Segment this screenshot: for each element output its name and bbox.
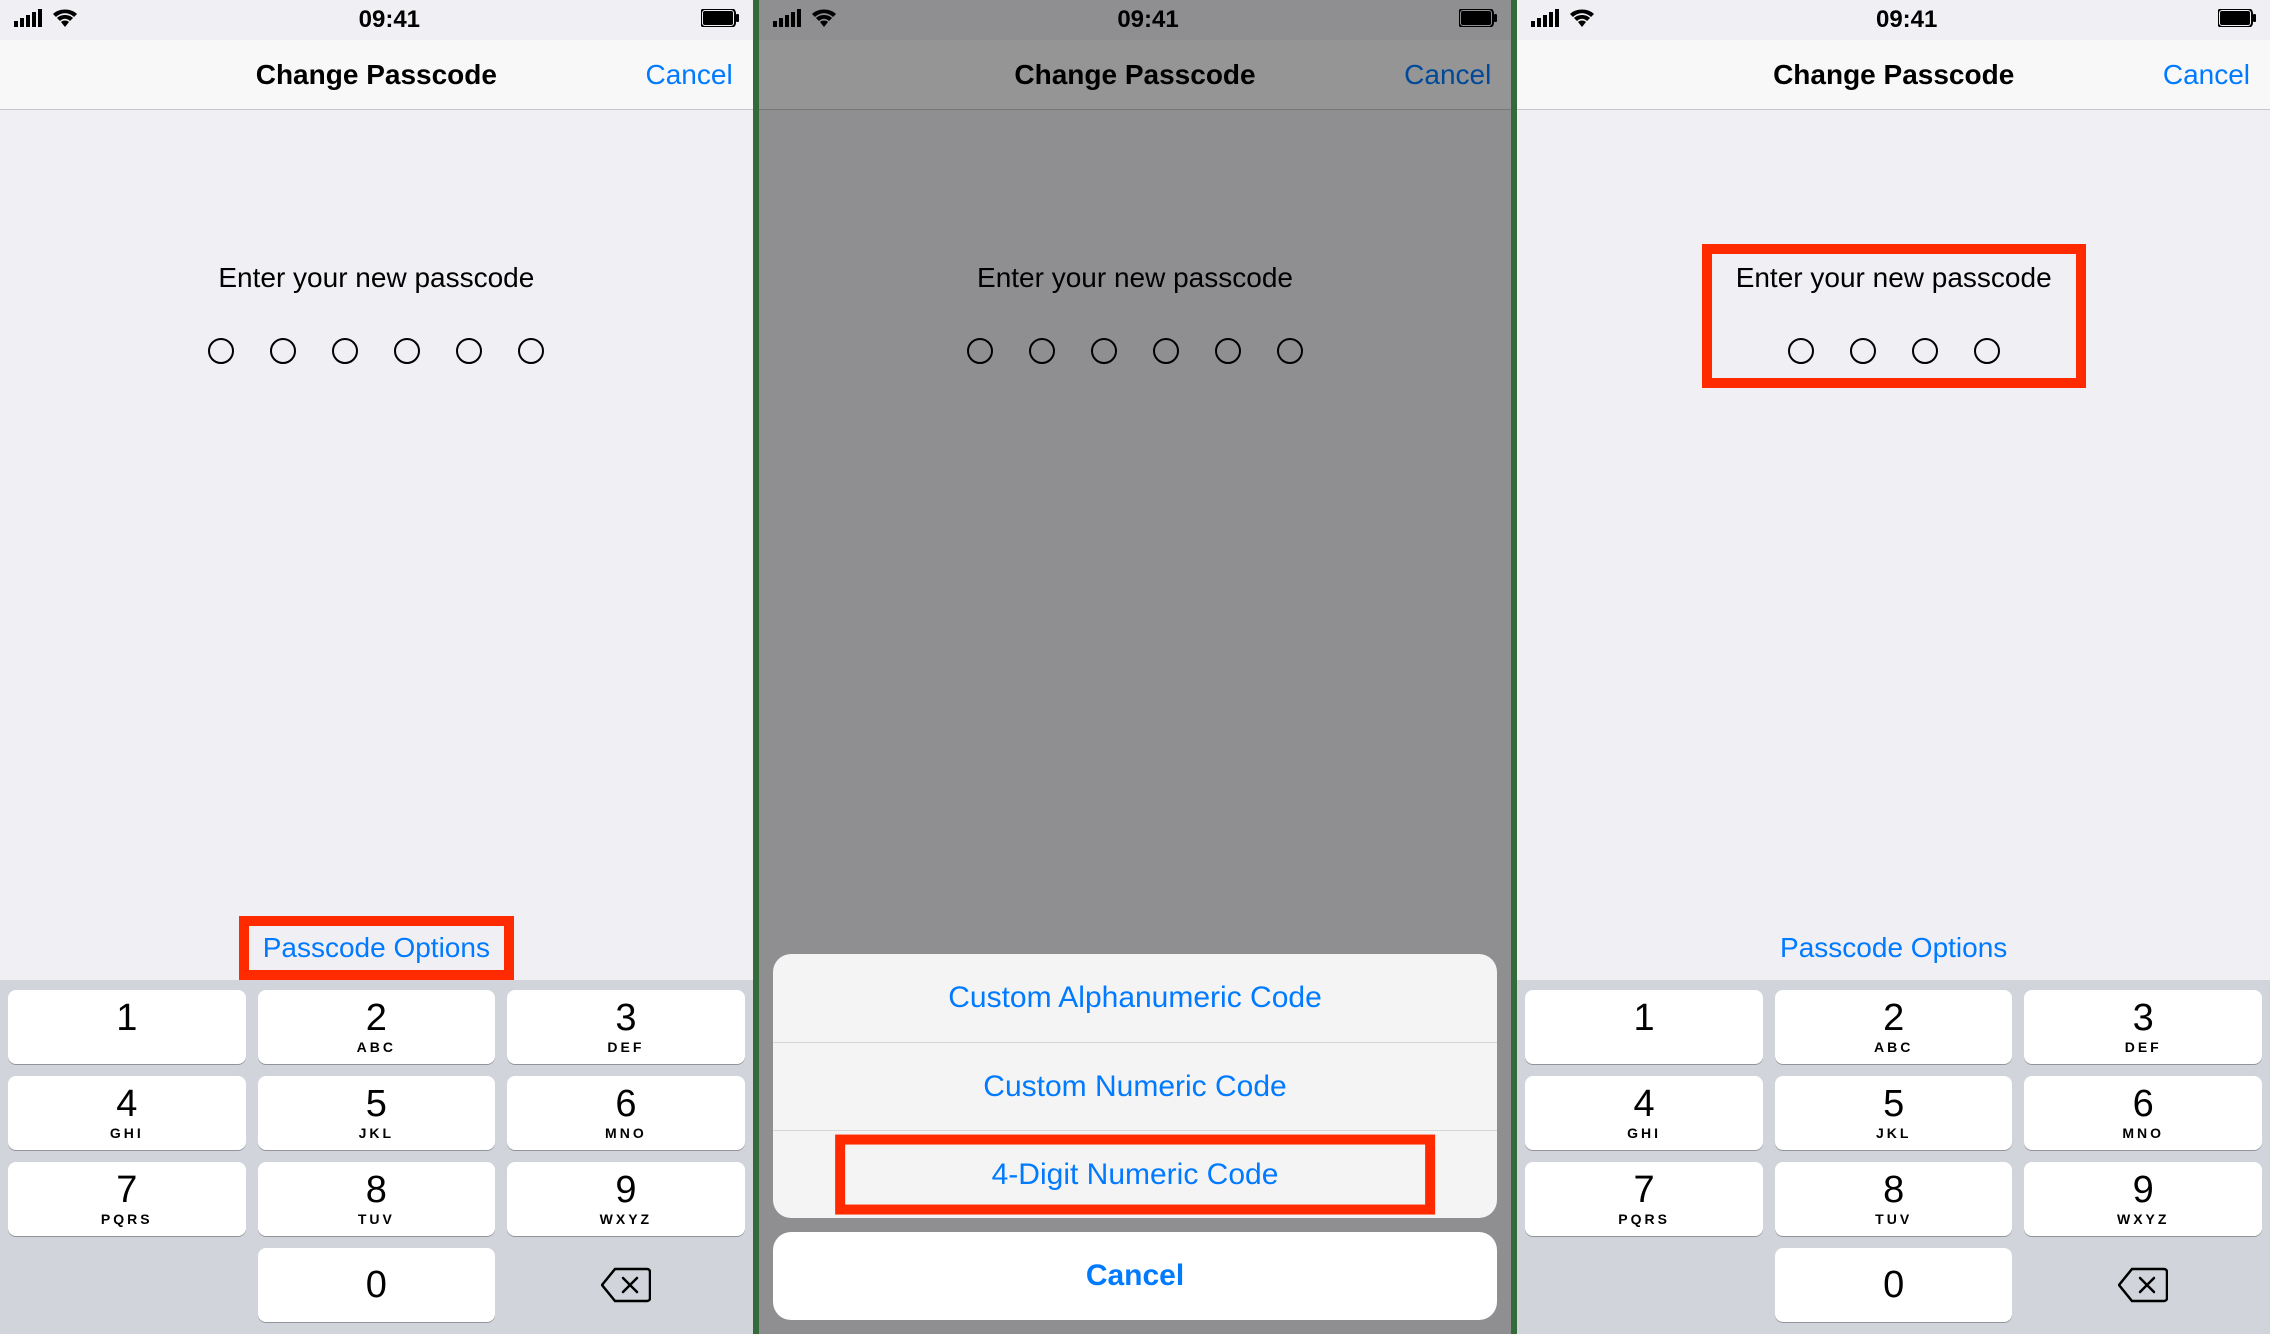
passcode-dot	[967, 338, 993, 364]
nav-bar: Change Passcode Cancel	[0, 40, 753, 110]
keypad-key-2[interactable]: 2ABC	[258, 990, 496, 1064]
wifi-icon	[1569, 6, 1595, 34]
passcode-dot	[208, 338, 234, 364]
passcode-dots	[208, 338, 544, 364]
passcode-dots	[1788, 338, 2000, 364]
passcode-options-sheet: Custom Alphanumeric Code Custom Numeric …	[773, 954, 1498, 1320]
passcode-dot	[1850, 338, 1876, 364]
nav-title: Change Passcode	[1773, 59, 2014, 91]
wifi-icon	[52, 6, 78, 34]
passcode-dot	[1974, 338, 2000, 364]
passcode-dot	[1091, 338, 1117, 364]
keypad-key-9[interactable]: 9WXYZ	[507, 1162, 745, 1236]
status-bar: 09:41	[759, 0, 1512, 40]
passcode-dot	[1215, 338, 1241, 364]
keypad-key-1[interactable]: 1	[8, 990, 246, 1064]
content-area: Enter your new passcode	[1517, 110, 2270, 382]
keypad-key-6[interactable]: 6MNO	[2024, 1076, 2262, 1150]
battery-icon	[701, 6, 739, 34]
keypad-spacer	[8, 1248, 246, 1322]
content-area: Enter your new passcode	[759, 110, 1512, 382]
keypad-key-8[interactable]: 8TUV	[258, 1162, 496, 1236]
nav-cancel-button[interactable]: Cancel	[1404, 59, 1491, 91]
status-bar: 09:41	[0, 0, 753, 40]
prompt-text: Enter your new passcode	[977, 262, 1293, 294]
keypad-key-1[interactable]: 1	[1525, 990, 1763, 1064]
keypad-key-2[interactable]: 2ABC	[1775, 990, 2013, 1064]
status-bar: 09:41	[1517, 0, 2270, 40]
prompt-text: Enter your new passcode	[1736, 262, 2052, 294]
passcode-dot	[1277, 338, 1303, 364]
passcode-dots	[967, 338, 1303, 364]
keypad-key-5[interactable]: 5JKL	[1775, 1076, 2013, 1150]
passcode-dot	[1153, 338, 1179, 364]
status-time: 09:41	[359, 6, 420, 34]
prompt-text: Enter your new passcode	[218, 262, 534, 294]
nav-bar: Change Passcode Cancel	[759, 40, 1512, 110]
status-time: 09:41	[1876, 6, 1937, 34]
option-custom-numeric[interactable]: Custom Numeric Code	[773, 1042, 1498, 1130]
nav-title: Change Passcode	[256, 59, 497, 91]
battery-icon	[1459, 6, 1497, 34]
backspace-icon[interactable]	[507, 1248, 745, 1322]
passcode-prompt: Enter your new passcode	[939, 250, 1331, 382]
status-time: 09:41	[1117, 6, 1178, 34]
sheet-options-group: Custom Alphanumeric Code Custom Numeric …	[773, 954, 1498, 1218]
passcode-dot	[518, 338, 544, 364]
passcode-dot	[456, 338, 482, 364]
screen-1: 09:41 Change Passcode Cancel Enter your …	[0, 0, 753, 1334]
passcode-dot	[394, 338, 420, 364]
keypad-key-3[interactable]: 3DEF	[507, 990, 745, 1064]
keypad-key-8[interactable]: 8TUV	[1775, 1162, 2013, 1236]
sheet-cancel-button[interactable]: Cancel	[773, 1232, 1498, 1320]
keypad-key-6[interactable]: 6MNO	[507, 1076, 745, 1150]
cellular-signal-icon	[1531, 6, 1559, 34]
numeric-keypad: 1 2ABC3DEF 4GHI5JKL6MNO 7PQRS8TUV9WXYZ0	[1517, 980, 2270, 1334]
numeric-keypad: 1 2ABC3DEF 4GHI5JKL6MNO 7PQRS8TUV9WXYZ0	[0, 980, 753, 1334]
keypad-key-7[interactable]: 7PQRS	[8, 1162, 246, 1236]
nav-cancel-button[interactable]: Cancel	[646, 59, 733, 91]
passcode-dot	[1912, 338, 1938, 364]
nav-title: Change Passcode	[1014, 59, 1255, 91]
wifi-icon	[811, 6, 837, 34]
passcode-options-button[interactable]: Passcode Options	[1762, 922, 2025, 974]
keypad-key-0[interactable]: 0	[258, 1248, 496, 1322]
passcode-prompt: Enter your new passcode	[1708, 250, 2080, 382]
screen-3: 09:41 Change Passcode Cancel Enter your …	[1511, 0, 2270, 1334]
keypad-key-5[interactable]: 5JKL	[258, 1076, 496, 1150]
backspace-icon[interactable]	[2024, 1248, 2262, 1322]
keypad-key-7[interactable]: 7PQRS	[1525, 1162, 1763, 1236]
passcode-dot	[270, 338, 296, 364]
keypad-key-4[interactable]: 4GHI	[1525, 1076, 1763, 1150]
passcode-dot	[1788, 338, 1814, 364]
content-area: Enter your new passcode	[0, 110, 753, 382]
passcode-dot	[1029, 338, 1055, 364]
option-4-digit-numeric[interactable]: 4-Digit Numeric Code	[773, 1130, 1498, 1218]
nav-cancel-button[interactable]: Cancel	[2163, 59, 2250, 91]
keypad-spacer	[1525, 1248, 1763, 1322]
passcode-options-button[interactable]: Passcode Options	[245, 922, 508, 974]
cellular-signal-icon	[773, 6, 801, 34]
cellular-signal-icon	[14, 6, 42, 34]
keypad-key-9[interactable]: 9WXYZ	[2024, 1162, 2262, 1236]
battery-icon	[2218, 6, 2256, 34]
nav-bar: Change Passcode Cancel	[1517, 40, 2270, 110]
keypad-key-0[interactable]: 0	[1775, 1248, 2013, 1322]
passcode-prompt: Enter your new passcode	[180, 250, 572, 382]
option-custom-alphanumeric[interactable]: Custom Alphanumeric Code	[773, 954, 1498, 1042]
screen-2: 09:41 Change Passcode Cancel Enter your …	[753, 0, 1512, 1334]
keypad-key-3[interactable]: 3DEF	[2024, 990, 2262, 1064]
passcode-dot	[332, 338, 358, 364]
keypad-key-4[interactable]: 4GHI	[8, 1076, 246, 1150]
